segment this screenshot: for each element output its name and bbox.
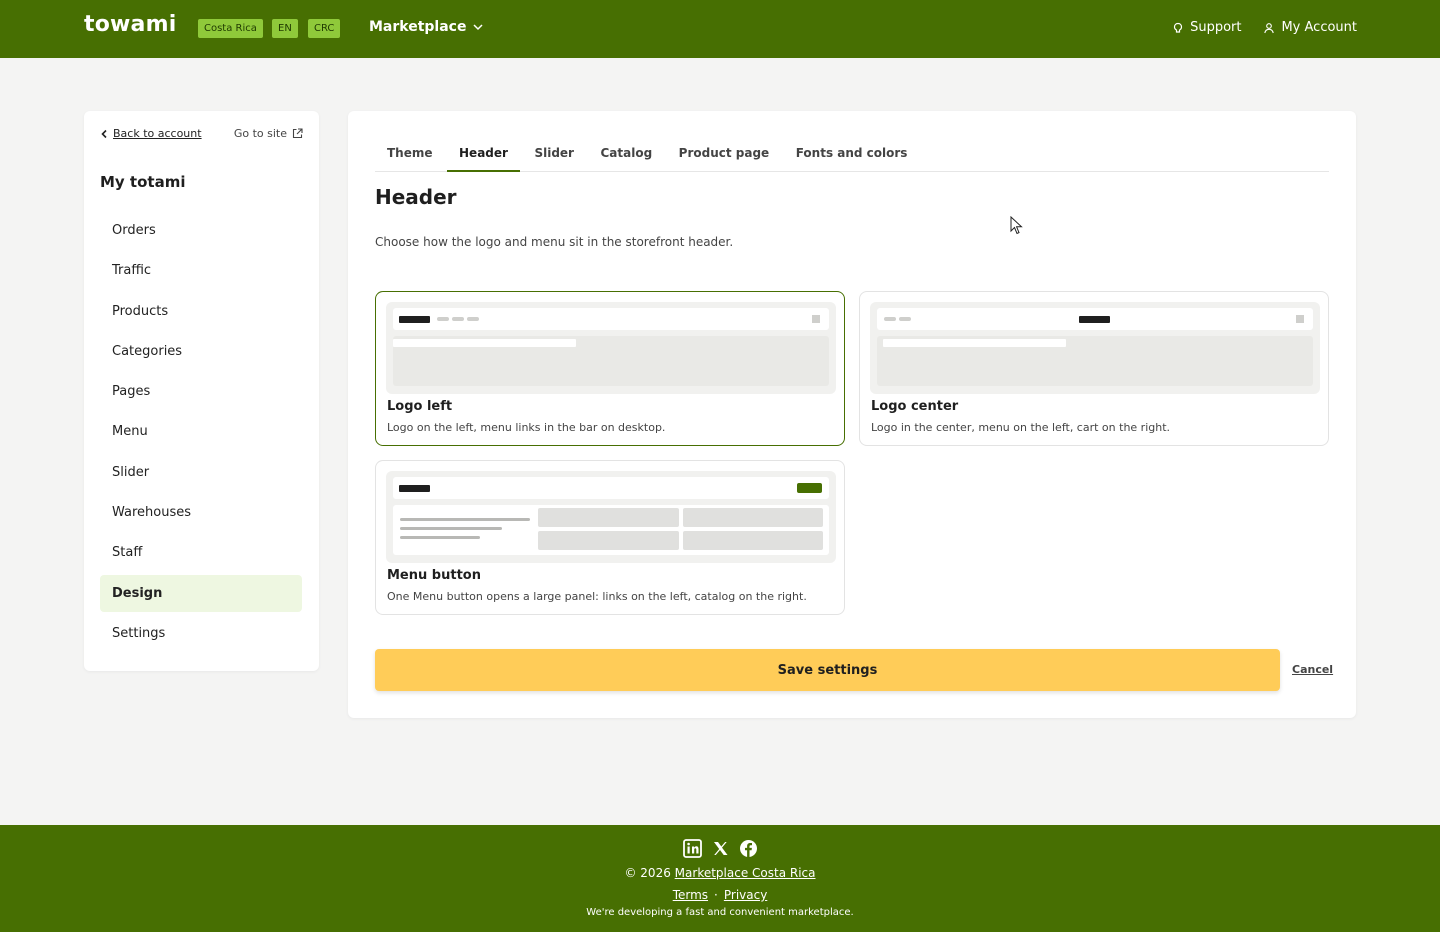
tab-product-page[interactable]: Product page <box>667 137 782 172</box>
option-title: Logo center <box>871 399 959 414</box>
social-links <box>0 839 1440 858</box>
menu-button-preview <box>386 471 836 563</box>
copyright: © 2026 Marketplace Costa Rica <box>0 866 1440 880</box>
external-link-icon <box>292 128 303 139</box>
tab-theme[interactable]: Theme <box>375 137 445 172</box>
currency-badge[interactable]: CRC <box>308 19 341 38</box>
terms-link[interactable]: Terms <box>673 888 708 902</box>
tab-header[interactable]: Header <box>447 137 520 172</box>
sidebar-item-traffic[interactable]: Traffic <box>100 252 302 289</box>
design-tabs: Theme Header Slider Catalog Product page… <box>375 137 1329 172</box>
copyright-year: © 2026 <box>624 866 671 880</box>
tab-fonts-and-colors[interactable]: Fonts and colors <box>784 137 920 172</box>
header-option-logo-left[interactable]: Logo left Logo on the left, menu links i… <box>375 291 845 446</box>
option-description: Logo on the left, menu links in the bar … <box>387 421 666 434</box>
chevron-left-icon <box>101 129 107 138</box>
facebook-icon[interactable] <box>739 839 758 858</box>
marketplace-dropdown[interactable]: Marketplace <box>369 19 484 35</box>
tab-slider[interactable]: Slider <box>522 137 586 172</box>
sidebar-item-staff[interactable]: Staff <box>100 534 302 571</box>
go-to-site-link[interactable]: Go to site <box>234 127 303 140</box>
language-badge[interactable]: EN <box>272 19 298 38</box>
sidebar-item-warehouses[interactable]: Warehouses <box>100 494 302 531</box>
cancel-link[interactable]: Cancel <box>1292 663 1333 676</box>
marketplace-costa-rica-link[interactable]: Marketplace Costa Rica <box>675 866 816 880</box>
sidebar-item-menu[interactable]: Menu <box>100 413 302 450</box>
logo-left-preview <box>386 302 836 394</box>
account-sidebar: Back to account Go to site My totami Ord… <box>84 111 319 671</box>
privacy-link[interactable]: Privacy <box>724 888 767 902</box>
back-to-account-link[interactable]: Back to account <box>100 127 202 140</box>
header-option-logo-center[interactable]: Logo center Logo in the center, menu on … <box>859 291 1329 446</box>
back-to-account-label: Back to account <box>113 127 202 140</box>
header-option-menu-button[interactable]: Menu button One Menu button opens a larg… <box>375 460 845 615</box>
option-title: Menu button <box>387 568 481 583</box>
footer-separator: · <box>714 888 718 902</box>
x-icon[interactable] <box>711 839 730 858</box>
country-badge[interactable]: Costa Rica <box>198 19 263 38</box>
sidebar-item-categories[interactable]: Categories <box>100 333 302 370</box>
sidebar-item-products[interactable]: Products <box>100 293 302 330</box>
chevron-down-icon <box>473 24 483 31</box>
site-logo[interactable]: towami <box>84 12 176 37</box>
tab-catalog[interactable]: Catalog <box>588 137 664 172</box>
support-label: Support <box>1190 20 1242 35</box>
sidebar-item-settings[interactable]: Settings <box>100 615 302 652</box>
page-title: Header <box>375 185 457 209</box>
sidebar-item-design[interactable]: Design <box>100 574 302 612</box>
sidebar-title: My totami <box>100 173 186 191</box>
save-settings-button[interactable]: Save settings <box>375 649 1280 691</box>
sidebar-menu: Orders Traffic Products Categories Pages… <box>100 212 302 655</box>
top-bar: towami Costa Rica EN CRC Marketplace Sup… <box>0 0 1440 58</box>
account-link[interactable]: My Account <box>1263 20 1357 35</box>
sidebar-item-slider[interactable]: Slider <box>100 454 302 491</box>
logo-center-preview <box>870 302 1320 394</box>
support-icon <box>1173 22 1183 33</box>
sidebar-item-pages[interactable]: Pages <box>100 373 302 410</box>
marketplace-label: Marketplace <box>369 19 467 35</box>
footer-tagline: We're developing a fast and convenient m… <box>586 907 854 918</box>
go-to-site-label: Go to site <box>233 127 287 140</box>
mouse-cursor-icon <box>1010 216 1023 235</box>
option-description: Logo in the center, menu on the left, ca… <box>871 421 1171 434</box>
sidebar-item-orders[interactable]: Orders <box>100 212 302 249</box>
page-description: Choose how the logo and menu sit in the … <box>375 235 734 249</box>
account-label: My Account <box>1281 20 1357 35</box>
option-description: One Menu button opens a large panel: lin… <box>387 590 807 603</box>
footer-links: Terms · Privacy <box>0 888 1440 902</box>
option-title: Logo left <box>387 399 453 414</box>
site-footer: © 2026 Marketplace Costa Rica Terms · Priv… <box>0 825 1440 932</box>
linkedin-icon[interactable] <box>682 839 702 858</box>
design-panel: Theme Header Slider Catalog Product page… <box>348 111 1356 718</box>
support-link[interactable]: Support <box>1172 20 1241 35</box>
user-icon <box>1264 22 1275 33</box>
